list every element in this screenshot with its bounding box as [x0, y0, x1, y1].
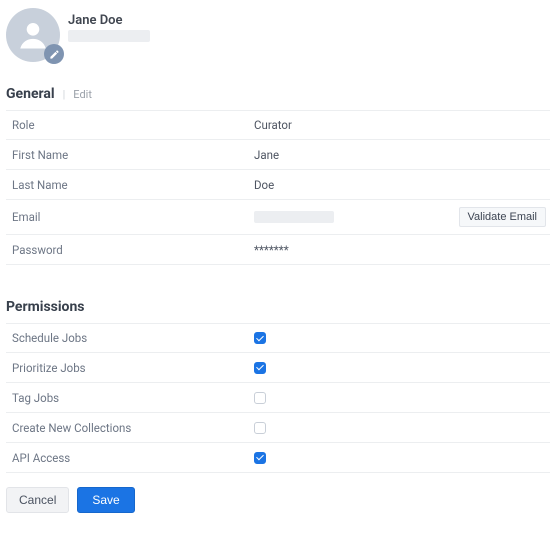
- value-password: *******: [254, 243, 550, 257]
- label-password: Password: [6, 243, 254, 257]
- permissions-section-header: Permissions: [6, 299, 550, 315]
- row-tag-jobs: Tag Jobs: [6, 383, 550, 413]
- validate-email-button[interactable]: Validate Email: [459, 207, 547, 227]
- profile-header: Jane Doe: [6, 8, 550, 62]
- edit-link[interactable]: Edit: [73, 88, 92, 101]
- checkbox-tag-jobs[interactable]: [254, 392, 266, 404]
- label-create-new-collections: Create New Collections: [6, 421, 254, 435]
- row-email: Email Validate Email: [6, 200, 550, 235]
- row-api-access: API Access: [6, 443, 550, 473]
- value-first-name: Jane: [254, 148, 550, 162]
- label-last-name: Last Name: [6, 178, 254, 192]
- label-prioritize-jobs: Prioritize Jobs: [6, 361, 254, 375]
- value-role: Curator: [254, 118, 550, 132]
- row-last-name: Last Name Doe: [6, 170, 550, 200]
- row-role: Role Curator: [6, 110, 550, 140]
- pencil-icon: [49, 49, 60, 60]
- permissions-title: Permissions: [6, 299, 84, 315]
- profile-name: Jane Doe: [68, 13, 150, 28]
- checkbox-schedule-jobs[interactable]: [254, 332, 266, 344]
- cancel-button[interactable]: Cancel: [6, 487, 69, 513]
- row-schedule-jobs: Schedule Jobs: [6, 323, 550, 353]
- value-email: [254, 211, 459, 223]
- button-row: Cancel Save: [6, 487, 550, 513]
- permissions-table: Schedule Jobs Prioritize Jobs Tag Jobs C…: [6, 323, 550, 473]
- checkbox-create-new-collections[interactable]: [254, 422, 266, 434]
- general-title: General: [6, 86, 55, 102]
- value-last-name: Doe: [254, 178, 550, 192]
- label-first-name: First Name: [6, 148, 254, 162]
- divider: |: [63, 88, 66, 101]
- general-table: Role Curator First Name Jane Last Name D…: [6, 110, 550, 265]
- label-email: Email: [6, 210, 254, 224]
- edit-avatar-button[interactable]: [44, 44, 64, 64]
- label-api-access: API Access: [6, 451, 254, 465]
- avatar: [6, 8, 60, 62]
- row-first-name: First Name Jane: [6, 140, 550, 170]
- row-prioritize-jobs: Prioritize Jobs: [6, 353, 550, 383]
- row-password: Password *******: [6, 235, 550, 265]
- checkbox-prioritize-jobs[interactable]: [254, 362, 266, 374]
- profile-email-redacted: [68, 30, 150, 42]
- profile-info: Jane Doe: [68, 13, 150, 45]
- email-redacted: [254, 211, 334, 223]
- checkbox-api-access[interactable]: [254, 452, 266, 464]
- save-button[interactable]: Save: [77, 487, 134, 513]
- label-tag-jobs: Tag Jobs: [6, 391, 254, 405]
- row-create-new-collections: Create New Collections: [6, 413, 550, 443]
- label-schedule-jobs: Schedule Jobs: [6, 331, 254, 345]
- general-section-header: General | Edit: [6, 86, 550, 102]
- label-role: Role: [6, 118, 254, 132]
